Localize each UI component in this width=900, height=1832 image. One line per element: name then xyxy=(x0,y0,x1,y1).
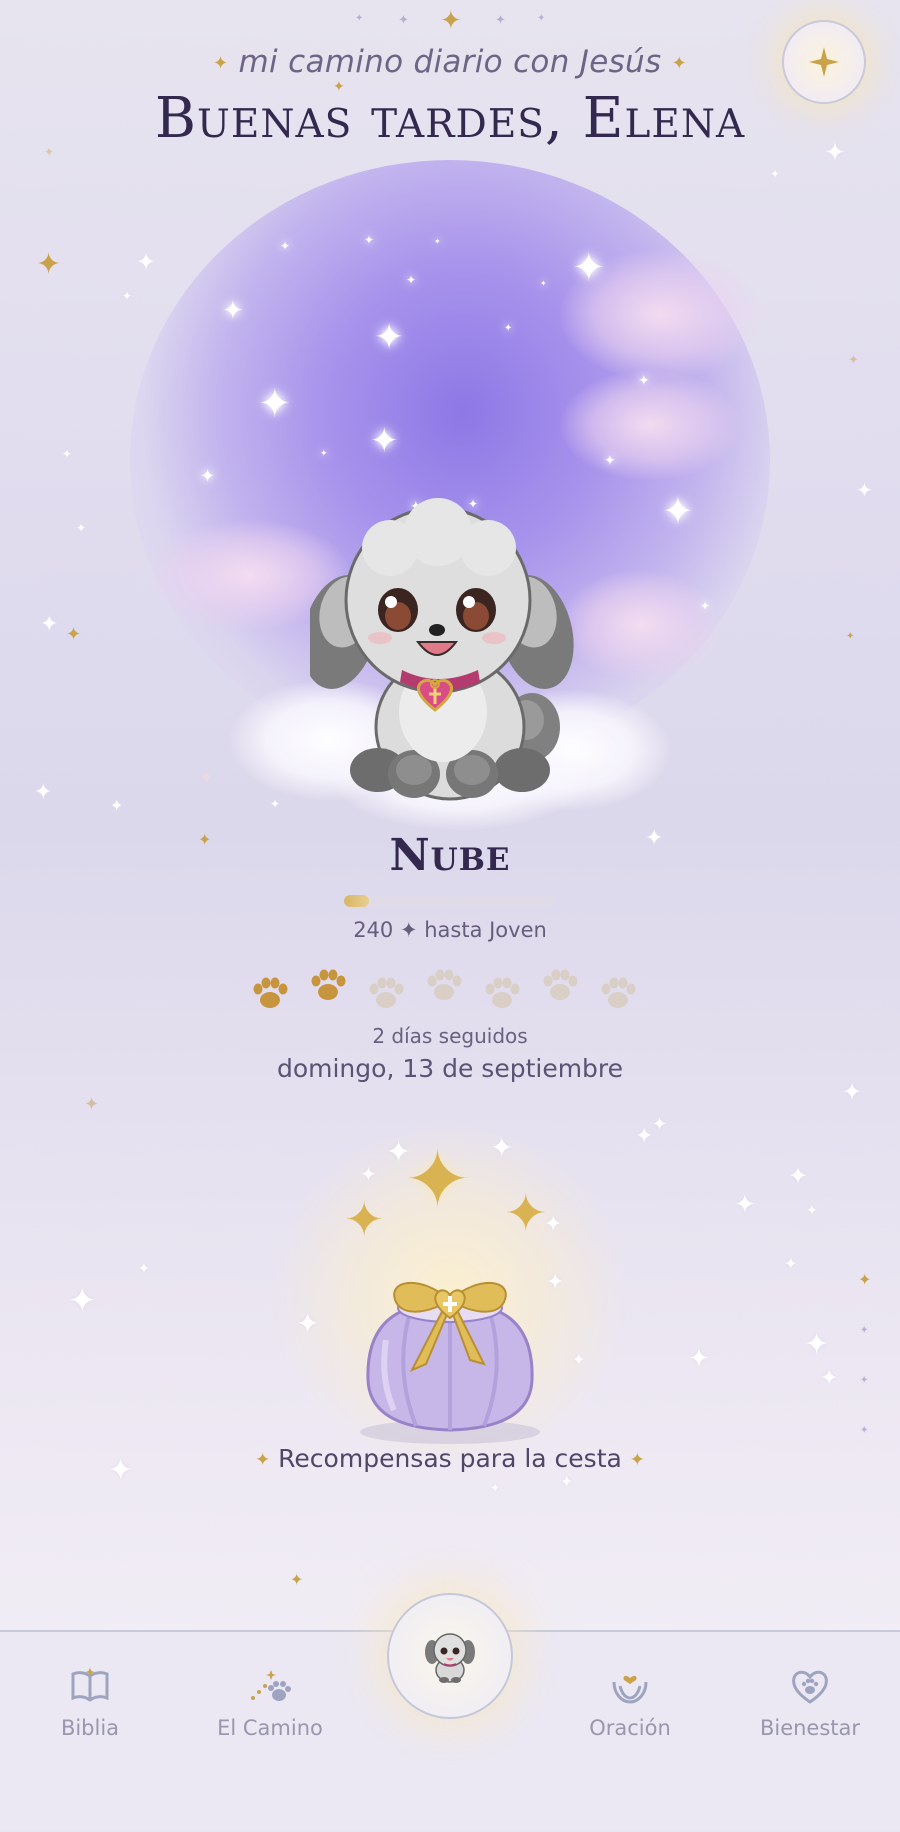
sparkle-icon: ✦ xyxy=(255,1449,271,1471)
nav-label-el-camino: El Camino xyxy=(217,1716,323,1740)
nav-label-biblia: Biblia xyxy=(60,1716,120,1740)
paw-empty-icon xyxy=(601,977,636,1008)
subtitle-text: mi camino diario con Jesús xyxy=(238,44,662,80)
streak-paws xyxy=(250,969,650,1025)
paw-trail-icon xyxy=(251,1670,291,1701)
nav-label-oracion: Oración xyxy=(589,1716,671,1740)
nav-item-oracion[interactable]: Oración xyxy=(545,1668,715,1740)
growth-progress-bar xyxy=(344,895,556,907)
nav-label-bienestar: Bienestar xyxy=(759,1716,861,1740)
heart-paw-icon xyxy=(792,1670,828,1704)
puppy-avatar-icon xyxy=(425,1633,475,1683)
growth-progress-fill xyxy=(344,895,370,907)
rewards-link[interactable]: ✦ Recompensas para la cesta ✦ xyxy=(0,1444,900,1473)
reward-basket[interactable] xyxy=(350,1260,550,1450)
paw-filled-icon xyxy=(253,977,288,1008)
puppy-illustration[interactable] xyxy=(310,492,590,812)
date-label: domingo, 13 de septiembre xyxy=(276,1054,624,1083)
nav-item-bienestar[interactable]: Bienestar xyxy=(725,1668,895,1740)
sparkle-button[interactable] xyxy=(782,20,866,104)
sparkle-icon: ✦ xyxy=(671,53,688,74)
rewards-label: Recompensas para la cesta xyxy=(278,1444,622,1473)
sparkle-icon: ✦ xyxy=(629,1449,645,1471)
paw-filled-icon xyxy=(311,969,346,1000)
paw-empty-icon xyxy=(427,969,462,1000)
sparkle-icon: ✦ xyxy=(212,53,229,74)
subtitle: ✦ mi camino diario con Jesús ✦ xyxy=(0,44,900,80)
home-pet-button[interactable] xyxy=(387,1593,513,1719)
paw-empty-icon xyxy=(543,969,578,1000)
streak-label: 2 días seguidos xyxy=(372,1024,528,1048)
pink-cloud xyxy=(560,370,740,480)
sparkle-icon xyxy=(809,47,839,77)
paw-empty-icon xyxy=(485,977,520,1008)
nav-item-el-camino[interactable]: El Camino xyxy=(185,1668,355,1740)
praying-hands-icon xyxy=(612,1675,648,1704)
progress-label: 240 ✦ hasta Joven xyxy=(353,918,547,942)
pet-name: Nube xyxy=(389,830,511,881)
greeting-title: Buenas tardes, Elena xyxy=(154,86,746,151)
book-icon xyxy=(71,1668,109,1702)
paw-empty-icon xyxy=(369,977,404,1008)
nav-item-biblia[interactable]: Biblia xyxy=(5,1668,175,1740)
